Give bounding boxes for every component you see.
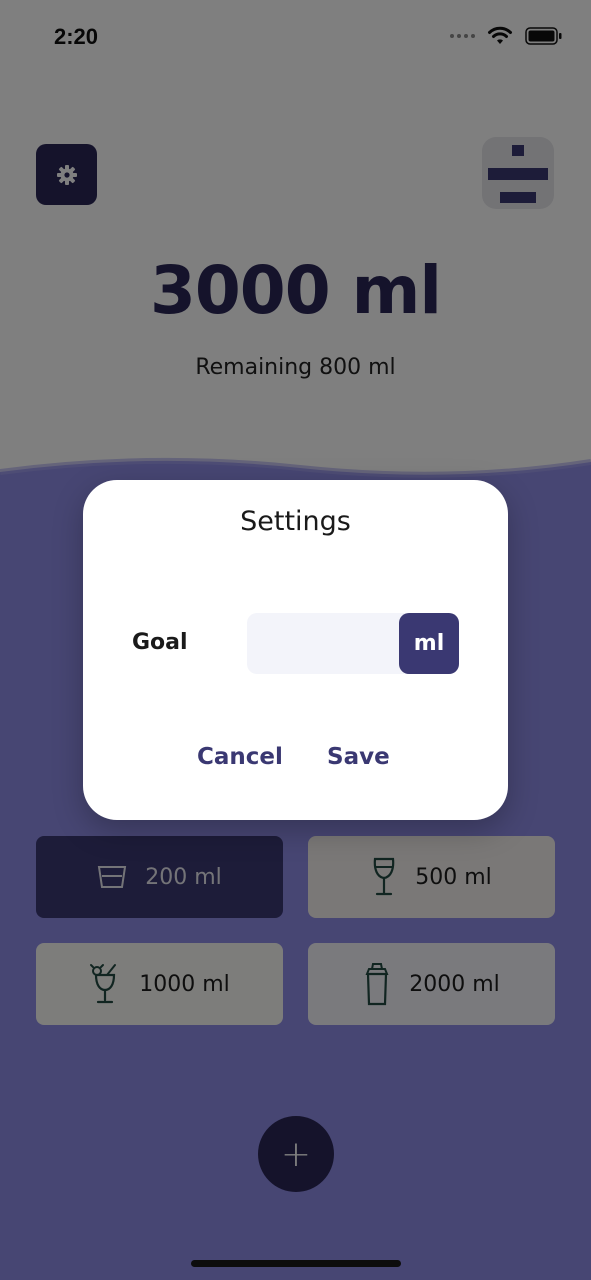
unit-button[interactable]: ml (399, 613, 459, 674)
settings-dialog: Settings Goal ml Cancel Save (83, 480, 508, 820)
goal-label: Goal (132, 630, 188, 655)
app-screen: 2:20 (0, 0, 591, 1280)
dialog-title: Settings (240, 506, 351, 537)
cancel-button[interactable]: Cancel (197, 744, 283, 770)
save-button[interactable]: Save (327, 744, 390, 770)
